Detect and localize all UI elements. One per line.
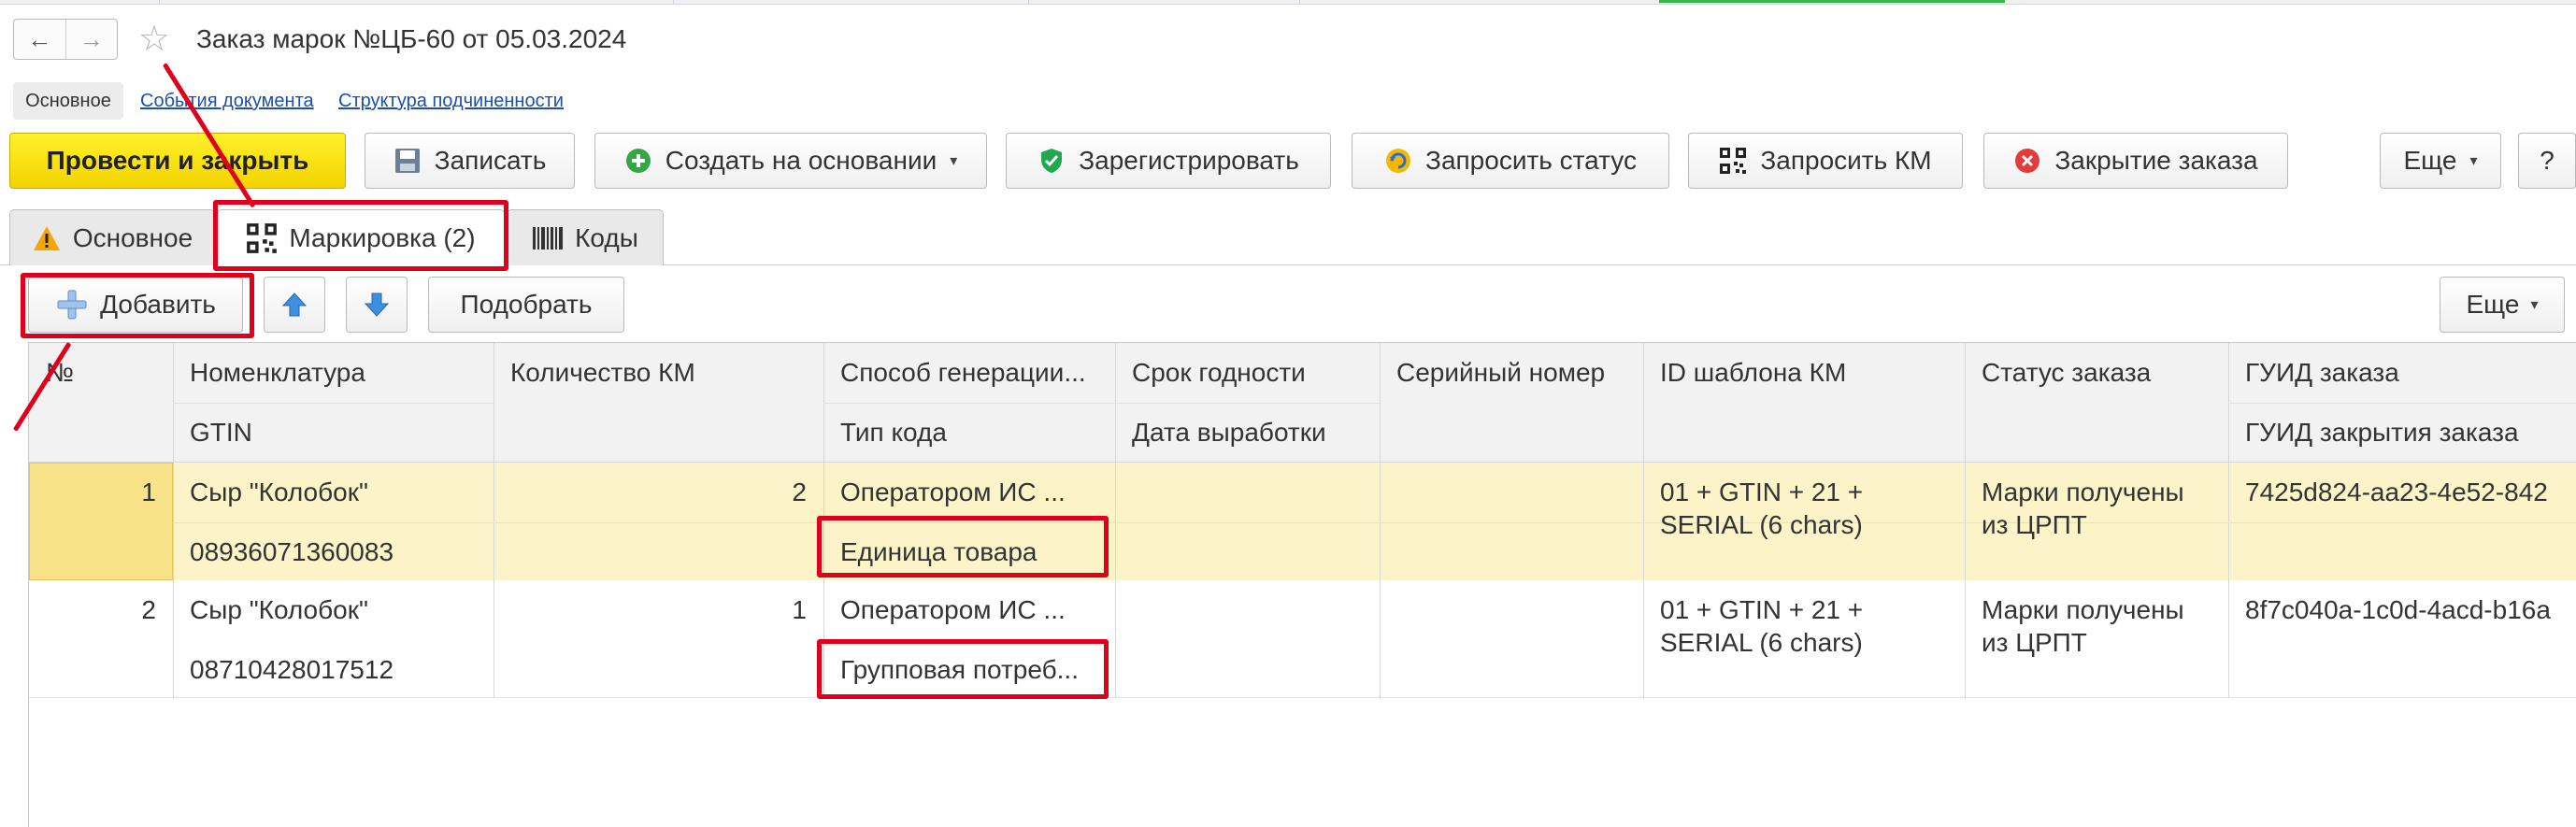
order-status-line2[interactable]: из ЦРПТ bbox=[1965, 627, 2228, 659]
gtin-cell[interactable]: 08710428017512 bbox=[173, 654, 494, 686]
arrow-left-icon: ← bbox=[27, 24, 52, 53]
more-label: Еще bbox=[2403, 146, 2457, 175]
barcode-icon bbox=[533, 226, 564, 250]
template-id-line2[interactable]: SERIAL (6 chars) bbox=[1643, 627, 1965, 659]
close-order-button[interactable]: Закрытие заказа bbox=[1983, 133, 2288, 189]
register-button[interactable]: Зарегистрировать bbox=[1006, 133, 1331, 189]
refresh-icon bbox=[1386, 149, 1411, 173]
nomenclature-cell[interactable]: Сыр "Колобок" bbox=[173, 477, 494, 508]
back-button[interactable]: ← bbox=[14, 20, 65, 59]
row-number: 2 bbox=[141, 595, 156, 624]
forward-button[interactable]: → bbox=[64, 20, 118, 59]
warning-icon bbox=[33, 225, 60, 250]
header-close-order-guid[interactable]: ГУИД закрытия заказа bbox=[2228, 417, 2576, 449]
tab-main-label: Основное bbox=[72, 222, 193, 252]
header-order-guid[interactable]: ГУИД заказа bbox=[2228, 357, 2576, 389]
template-id-line1[interactable]: 01 + GTIN + 21 + bbox=[1643, 594, 1965, 626]
table-more-button[interactable]: Еще ▾ bbox=[2440, 277, 2565, 333]
select-button[interactable]: Подобрать bbox=[428, 277, 624, 333]
active-window-indicator bbox=[1659, 0, 2005, 3]
dropdown-caret-icon: ▾ bbox=[2469, 153, 2478, 169]
tab-main[interactable]: Основное bbox=[9, 209, 215, 265]
section-tab-main[interactable]: Основное bbox=[13, 82, 123, 120]
arrow-down-icon bbox=[364, 292, 390, 317]
tab-codes-label: Коды bbox=[575, 222, 638, 252]
navigation-buttons: ← → bbox=[13, 19, 118, 60]
cancel-circle-icon bbox=[2015, 149, 2040, 173]
annotation-box-code-type-row2 bbox=[817, 639, 1109, 699]
annotation-box-marking-tab bbox=[213, 200, 508, 271]
header-code-type[interactable]: Тип кода bbox=[823, 417, 1115, 449]
request-status-label: Запросить статус bbox=[1425, 146, 1637, 175]
section-tab-structure[interactable]: Структура подчиненности bbox=[338, 82, 564, 120]
close-order-label: Закрытие заказа bbox=[2054, 146, 2258, 175]
help-button[interactable]: ? bbox=[2518, 133, 2576, 189]
request-status-button[interactable]: Запросить статус bbox=[1352, 133, 1669, 189]
nomenclature-cell[interactable]: Сыр "Колобок" bbox=[173, 594, 494, 626]
request-km-label: Запросить КМ bbox=[1760, 146, 1932, 175]
help-label: ? bbox=[2540, 146, 2555, 175]
register-label: Зарегистрировать bbox=[1079, 146, 1299, 175]
template-id-line1[interactable]: 01 + GTIN + 21 + bbox=[1643, 477, 1965, 508]
header-order-status[interactable]: Статус заказа bbox=[1965, 357, 2228, 389]
order-guid-cell[interactable]: 7425d824-aa23-4e52-842 bbox=[2228, 477, 2576, 508]
document-title: Заказ марок №ЦБ-60 от 05.03.2024 bbox=[196, 24, 627, 53]
row-number: 1 bbox=[141, 478, 156, 506]
post-and-close-button[interactable]: Провести и закрыть bbox=[9, 133, 346, 189]
post-and-close-label: Провести и закрыть bbox=[46, 146, 309, 175]
plus-circle-icon bbox=[625, 149, 651, 173]
shield-check-icon bbox=[1041, 149, 1063, 173]
template-id-line2[interactable]: SERIAL (6 chars) bbox=[1643, 509, 1965, 541]
header-nomenclature[interactable]: Номенклатура bbox=[173, 357, 494, 389]
dropdown-caret-icon: ▾ bbox=[2530, 297, 2539, 313]
generation-method-cell[interactable]: Оператором ИС ... bbox=[823, 477, 1115, 508]
window-tab-strip bbox=[0, 0, 2576, 5]
header-expiry-date[interactable]: Срок годности bbox=[1115, 357, 1380, 389]
create-based-on-button[interactable]: Создать на основании ▾ bbox=[594, 133, 987, 189]
header-gtin[interactable]: GTIN bbox=[173, 417, 494, 449]
favorite-star-icon[interactable]: ☆ bbox=[138, 19, 170, 60]
move-up-button[interactable] bbox=[264, 277, 325, 333]
select-label: Подобрать bbox=[460, 290, 593, 319]
create-based-on-label: Создать на основании bbox=[665, 146, 937, 175]
km-quantity-cell[interactable]: 2 bbox=[494, 477, 823, 508]
annotation-box-add-button bbox=[21, 273, 254, 338]
save-button[interactable]: Записать bbox=[365, 133, 575, 189]
header-generation-method[interactable]: Способ генерации... bbox=[823, 357, 1115, 389]
header-production-date[interactable]: Дата выработки bbox=[1115, 417, 1380, 449]
km-quantity-cell[interactable]: 1 bbox=[494, 594, 823, 626]
floppy-disk-icon bbox=[394, 149, 420, 173]
request-km-button[interactable]: Запросить КМ bbox=[1688, 133, 1963, 189]
header-serial-number[interactable]: Серийный номер bbox=[1380, 357, 1643, 389]
section-tab-events[interactable]: События документа bbox=[140, 82, 314, 120]
table-more-label: Еще bbox=[2466, 290, 2520, 319]
tab-codes[interactable]: Коды bbox=[507, 209, 664, 265]
arrow-right-icon: → bbox=[79, 24, 104, 53]
header-km-quantity[interactable]: Количество КМ bbox=[494, 357, 823, 389]
header-template-id[interactable]: ID шаблона КМ bbox=[1643, 357, 1965, 389]
qr-code-icon bbox=[1720, 148, 1747, 174]
move-down-button[interactable] bbox=[346, 277, 408, 333]
annotation-box-code-type-row1 bbox=[817, 516, 1109, 577]
order-guid-cell[interactable]: 8f7c040a-1c0d-4acd-b16a bbox=[2228, 594, 2576, 626]
order-status-line1[interactable]: Марки получены bbox=[1965, 594, 2228, 626]
arrow-up-icon bbox=[281, 292, 308, 317]
order-status-line2[interactable]: из ЦРПТ bbox=[1965, 509, 2228, 541]
generation-method-cell[interactable]: Оператором ИС ... bbox=[823, 594, 1115, 626]
marking-table: № Номенклатура Количество КМ Способ гене… bbox=[28, 342, 2576, 827]
save-label: Записать bbox=[434, 146, 547, 175]
order-status-line1[interactable]: Марки получены bbox=[1965, 477, 2228, 508]
more-button[interactable]: Еще ▾ bbox=[2380, 133, 2501, 189]
gtin-cell[interactable]: 08936071360083 bbox=[173, 536, 494, 568]
dropdown-caret-icon: ▾ bbox=[950, 153, 958, 169]
